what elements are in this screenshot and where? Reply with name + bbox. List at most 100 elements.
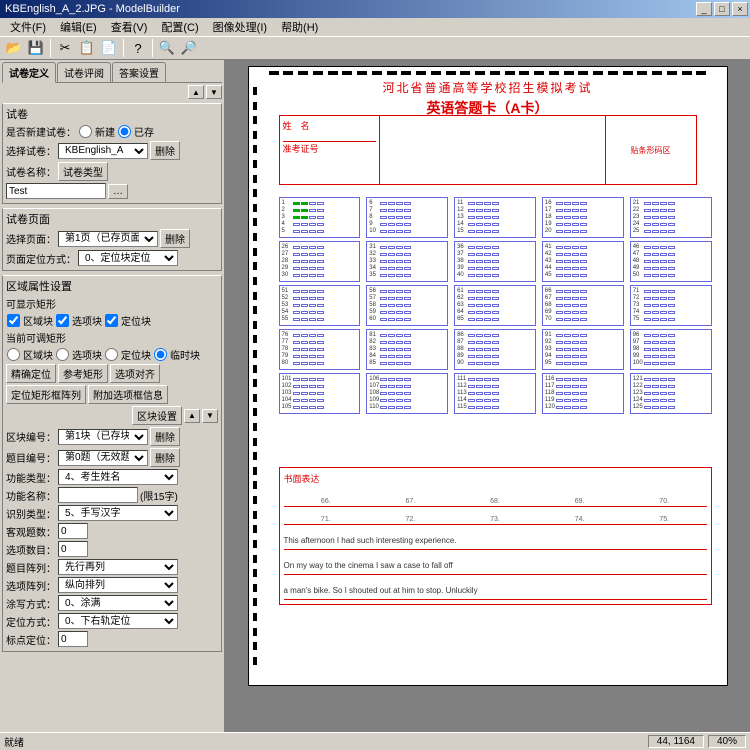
- test-input[interactable]: [6, 183, 106, 199]
- r-option[interactable]: [56, 348, 69, 361]
- smear-label: 涂写方式：: [6, 596, 56, 611]
- adj-rect-label: 当前可调矩形: [6, 330, 66, 345]
- bubble-area: 1234567891011121314151617181920212223242…: [279, 197, 712, 414]
- block-num-label: 区块编号：: [6, 429, 56, 444]
- close-button[interactable]: ×: [732, 2, 748, 16]
- mark-loc-input[interactable]: [58, 631, 88, 647]
- delete-paper-button[interactable]: 删除: [150, 141, 180, 160]
- help-icon[interactable]: ?: [128, 38, 148, 58]
- tab-answer-setup[interactable]: 答案设置: [112, 62, 166, 82]
- tab-paper-review[interactable]: 试卷评阅: [57, 62, 111, 82]
- group-page-title: 试卷页面: [6, 211, 218, 227]
- zoom-in-icon[interactable]: 🔍: [157, 38, 177, 58]
- menu-image[interactable]: 图像处理(I): [207, 18, 273, 36]
- tab-paper-define[interactable]: 试卷定义: [2, 62, 56, 83]
- func-name-input[interactable]: [58, 487, 138, 503]
- sidebar: 试卷定义 试卷评阅 答案设置 ▲ ▼ 试卷 是否新建试卷： 新建 已存 选择试卷…: [0, 60, 225, 732]
- open-icon[interactable]: 📂: [4, 38, 24, 58]
- essay-line1: This afternoon I had such interesting ex…: [284, 533, 707, 550]
- delete-page-button[interactable]: 删除: [160, 229, 190, 248]
- func-type-label: 功能类型：: [6, 470, 56, 485]
- separator: [152, 39, 153, 57]
- canvas-area[interactable]: 河北省普通高等学校招生模拟考试 英语答题卡（A卡） 姓 名 准考证号 贴条形码区…: [225, 60, 750, 732]
- block-setup-button[interactable]: 区块设置: [132, 406, 182, 425]
- opt-array-combo[interactable]: 纵向排列: [58, 577, 178, 593]
- answer-sheet: 河北省普通高等学校招生模拟考试 英语答题卡（A卡） 姓 名 准考证号 贴条形码区…: [248, 66, 728, 686]
- menu-help[interactable]: 帮助(H): [275, 18, 324, 36]
- nav-up2-icon[interactable]: ▲: [184, 409, 200, 423]
- menu-edit[interactable]: 编辑(E): [54, 18, 103, 36]
- q-array-combo[interactable]: 先行再列: [58, 559, 178, 575]
- loc-method-label: 定位方式：: [6, 614, 56, 629]
- group-page: 试卷页面 选择页面： 第1页（已存页面） 删除 页面定位方式： 0、定位块定位: [2, 208, 222, 271]
- zoom-out-icon[interactable]: 🔎: [179, 38, 199, 58]
- id-label: 准考证号: [283, 142, 376, 155]
- mark-loc-label: 标点定位：: [6, 632, 56, 647]
- select-paper-combo[interactable]: KBEnglish_A: [58, 143, 148, 159]
- sheet-header: 河北省普通高等学校招生模拟考试 英语答题卡（A卡）: [279, 79, 697, 118]
- paper-type-button[interactable]: 试卷类型: [58, 162, 108, 181]
- obj-count-input[interactable]: [58, 523, 88, 539]
- nav-up-icon[interactable]: ▲: [188, 85, 204, 99]
- smear-combo[interactable]: 0、涂满: [58, 595, 178, 611]
- locate-array-button[interactable]: 定位矩形框阵列: [6, 385, 86, 404]
- radio-exist[interactable]: [118, 125, 131, 138]
- nav-down2-icon[interactable]: ▼: [202, 409, 218, 423]
- rec-type-combo[interactable]: 5、手写汉字: [58, 505, 178, 521]
- cut-icon[interactable]: ✂: [55, 38, 75, 58]
- essay-line2: On my way to the cinema I saw a case to …: [284, 558, 707, 575]
- delete-q-button[interactable]: 删除: [150, 448, 180, 467]
- opt-array-label: 选项阵列：: [6, 578, 56, 593]
- page-locate-combo[interactable]: 0、定位块定位: [78, 250, 178, 266]
- cb-region[interactable]: [7, 314, 20, 327]
- ref-rect-button[interactable]: 参考矩形: [58, 364, 108, 383]
- page-locate-label: 页面定位方式：: [6, 251, 76, 266]
- loc-method-combo[interactable]: 0、下右轨定位: [58, 613, 178, 629]
- obj-count-label: 客观题数：: [6, 524, 56, 539]
- group-paper: 试卷 是否新建试卷： 新建 已存 选择试卷： KBEnglish_A 删除 试卷…: [2, 103, 222, 204]
- q-array-label: 题目阵列：: [6, 560, 56, 575]
- sidebar-nav: ▲ ▼: [2, 85, 222, 99]
- group-region: 区域属性设置 可显示矩形 区域块 选项块 定位块 当前可调矩形 区域块 选项块 …: [2, 275, 222, 652]
- essay-row1: 66.67.68.69.70.: [284, 489, 707, 507]
- essay-area: 书面表达 66.67.68.69.70. 71.72.73.74.75. Thi…: [279, 467, 712, 605]
- func-type-combo[interactable]: 4、考生姓名: [58, 469, 178, 485]
- menu-view[interactable]: 查看(V): [105, 18, 154, 36]
- status-coords: 44, 1164: [648, 735, 704, 748]
- paste-icon[interactable]: 📄: [99, 38, 119, 58]
- rec-type-label: 识别类型：: [6, 506, 56, 521]
- r-region[interactable]: [7, 348, 20, 361]
- menu-config[interactable]: 配置(C): [155, 18, 204, 36]
- timing-marks-left: [253, 87, 257, 665]
- nav-down-icon[interactable]: ▼: [206, 85, 222, 99]
- copy-icon[interactable]: 📋: [77, 38, 97, 58]
- block-num-combo[interactable]: 第1块（已存块）: [58, 429, 148, 445]
- minimize-button[interactable]: _: [696, 2, 712, 16]
- precise-locate-button[interactable]: 精确定位: [6, 364, 56, 383]
- maximize-button[interactable]: □: [714, 2, 730, 16]
- radio-new[interactable]: [79, 125, 92, 138]
- func-name-label: 功能名称：: [6, 488, 56, 503]
- extra-option-button[interactable]: 附加选项框信息: [88, 385, 168, 404]
- r-locate[interactable]: [105, 348, 118, 361]
- delete-block-button[interactable]: 删除: [150, 427, 180, 446]
- essay-title: 书面表达: [284, 472, 707, 485]
- new-paper-label: 是否新建试卷：: [6, 124, 76, 139]
- paper-name-label: 试卷名称：: [6, 164, 56, 179]
- q-num-combo[interactable]: 第0题（无效题）: [58, 450, 148, 466]
- select-page-combo[interactable]: 第1页（已存页面）: [58, 231, 158, 247]
- r-temp[interactable]: [154, 348, 167, 361]
- cb-locate[interactable]: [105, 314, 118, 327]
- sidebar-tabs: 试卷定义 试卷评阅 答案设置: [2, 62, 222, 83]
- select-page-label: 选择页面：: [6, 231, 56, 246]
- titlebar: KBEnglish_A_2.JPG - ModelBuilder _ □ ×: [0, 0, 750, 18]
- option-align-button[interactable]: 选项对齐: [110, 364, 160, 383]
- cb-option[interactable]: [56, 314, 69, 327]
- dots-button[interactable]: …: [108, 184, 128, 199]
- window-title: KBEnglish_A_2.JPG - ModelBuilder: [2, 3, 696, 15]
- save-icon[interactable]: 💾: [26, 38, 46, 58]
- essay-row2: 71.72.73.74.75.: [284, 507, 707, 525]
- menu-file[interactable]: 文件(F): [4, 18, 52, 36]
- q-num-label: 题目编号：: [6, 450, 56, 465]
- opt-count-input[interactable]: [58, 541, 88, 557]
